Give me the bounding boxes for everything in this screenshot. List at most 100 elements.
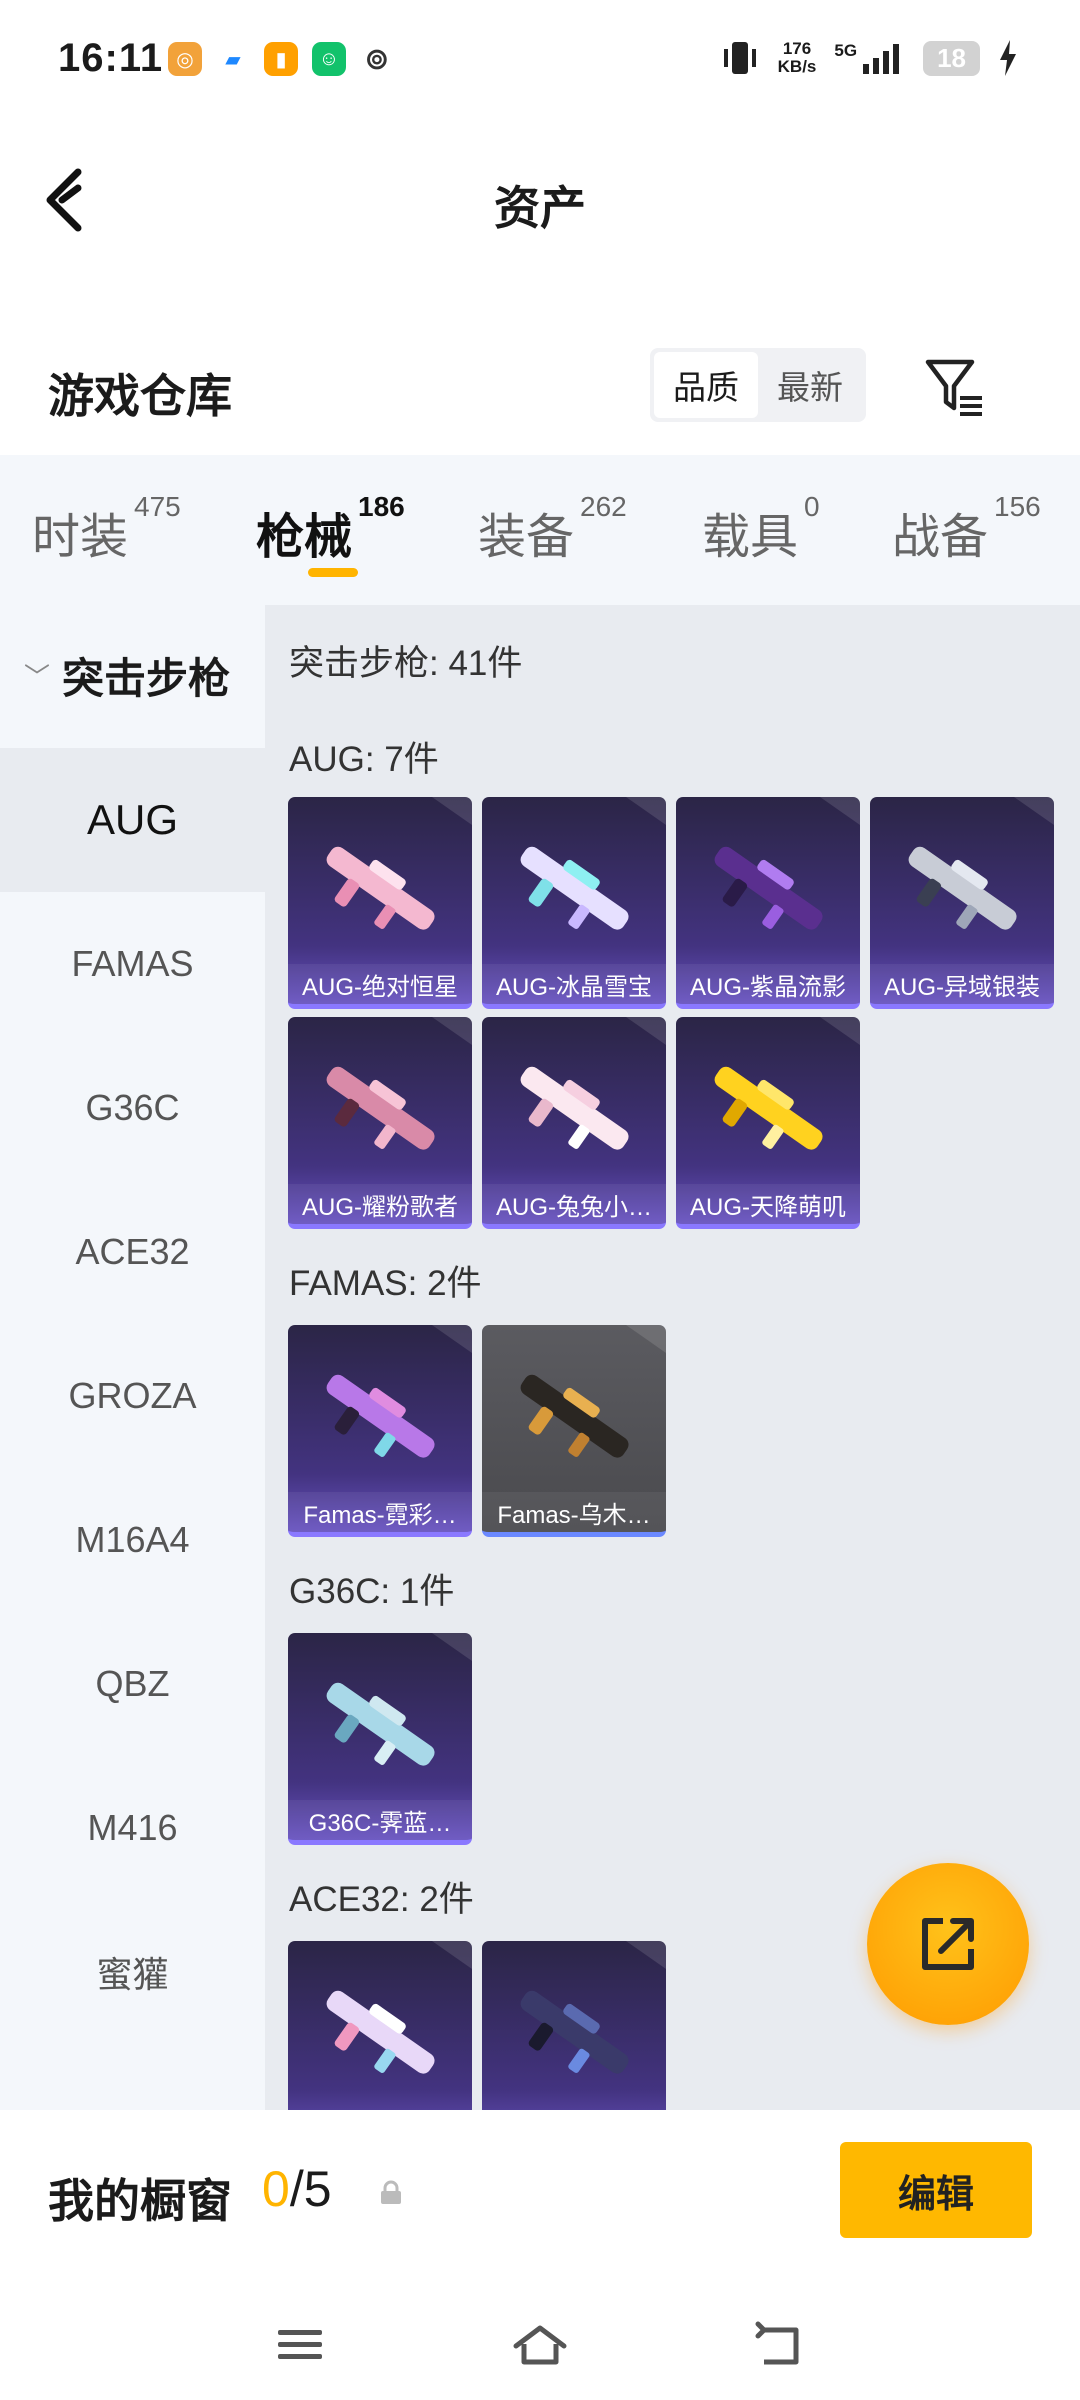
weapon-card[interactable]: AUG-冰晶雪宝 xyxy=(482,797,666,1009)
tab-count: 0 xyxy=(804,491,820,522)
vibrate-icon xyxy=(723,42,756,74)
sidebar-item-qbz[interactable]: QBZ xyxy=(0,1612,265,1756)
group-title-g36c: G36C: 1件 xyxy=(289,1572,455,1611)
weapon-card-name: AUG-紫晶流影 xyxy=(676,964,860,1004)
weapon-card[interactable]: AUG-耀粉歌者 xyxy=(288,1017,472,1229)
weapon-card-name: Famas-乌木… xyxy=(482,1492,666,1532)
showcase-count-total: /5 xyxy=(289,2161,332,2217)
weapon-card-name: AUG-异域银装 xyxy=(870,964,1054,1004)
weapon-card[interactable] xyxy=(288,1941,472,2110)
tab-label: 载具 xyxy=(702,511,799,564)
tab-fashion[interactable]: 时装475 xyxy=(32,491,181,567)
lock-icon xyxy=(381,2180,401,2204)
tab-label: 时装 xyxy=(32,511,129,564)
edit-showcase-button[interactable]: 编辑 xyxy=(840,2142,1032,2238)
sort-quality-option[interactable]: 品质 xyxy=(654,352,758,418)
battery-indicator: 18 xyxy=(923,40,980,76)
showcase-label: 我的橱窗 xyxy=(48,2175,232,2227)
signal-type: 5G xyxy=(834,41,858,60)
back-icon[interactable] xyxy=(750,2320,810,2370)
menu-icon[interactable] xyxy=(270,2320,330,2370)
charging-icon xyxy=(1000,40,1016,76)
weapon-card-name: AUG-耀粉歌者 xyxy=(288,1184,472,1224)
weapon-card[interactable]: AUG-天降萌叽 xyxy=(676,1017,860,1229)
tab-count: 475 xyxy=(134,491,181,522)
weapon-skin-image xyxy=(520,1066,629,1150)
app-notification-icon: ◎ xyxy=(168,42,202,76)
weapon-card-name: AUG-绝对恒星 xyxy=(288,964,472,1004)
tab-count: 186 xyxy=(358,491,405,522)
weapon-skin-image xyxy=(520,1990,629,2074)
weapon-card[interactable]: Famas-霓彩… xyxy=(288,1325,472,1537)
showcase-count-value: 0 xyxy=(262,2161,290,2217)
app-notification-icon: ▮ xyxy=(264,42,298,76)
sidebar-item-m416[interactable]: M416 xyxy=(0,1756,265,1900)
net-speed: 176 KB/s xyxy=(778,40,817,76)
warehouse-title: 游戏仓库 xyxy=(48,370,232,422)
weapon-card[interactable]: AUG-紫晶流影 xyxy=(676,797,860,1009)
weapon-card[interactable]: AUG-兔兔小… xyxy=(482,1017,666,1229)
app-notification-icon: ⊚ xyxy=(364,42,390,76)
showcase-count: 0/5 xyxy=(262,2160,332,2218)
status-time: 16:11 xyxy=(58,36,164,80)
weapon-card-name: Famas-霓彩… xyxy=(288,1492,472,1532)
status-right: 176 KB/s 5G 18 xyxy=(720,40,1018,76)
group-title-ace32: ACE32: 2件 xyxy=(289,1880,474,1919)
weapon-card-name: AUG-兔兔小… xyxy=(482,1184,666,1224)
sidebar-category[interactable]: ﹀ 突击步枪 xyxy=(0,605,265,745)
sidebar-item-g36c[interactable]: G36C xyxy=(0,1036,265,1180)
tab-count: 262 xyxy=(580,491,627,522)
group-title-aug: AUG: 7件 xyxy=(289,740,439,779)
share-button[interactable] xyxy=(867,1863,1029,2025)
signal-icon: 5G xyxy=(834,42,905,74)
system-nav-bar xyxy=(0,2280,1080,2400)
app-notification-icon: ▰ xyxy=(225,48,241,71)
notification-icons: ◎ ▰ ▮ ☺ ⊚ xyxy=(168,42,394,76)
tab-equipment[interactable]: 装备262 xyxy=(478,491,627,567)
weapon-skin-image xyxy=(326,1066,435,1150)
weapon-card[interactable]: Famas-乌木… xyxy=(482,1325,666,1537)
tab-supplies[interactable]: 战备156 xyxy=(892,491,1041,567)
weapon-skin-image xyxy=(908,846,1017,930)
weapon-sidebar: ﹀ 突击步枪 AUG FAMAS G36C ACE32 GROZA M16A4 … xyxy=(0,605,265,2110)
sort-toggle: 品质 最新 xyxy=(650,348,866,422)
weapon-skin-image xyxy=(326,1374,435,1458)
filter-icon xyxy=(925,359,982,416)
tab-count: 156 xyxy=(994,491,1041,522)
sidebar-item-m16a4[interactable]: M16A4 xyxy=(0,1468,265,1612)
weapon-skin-image xyxy=(520,1374,629,1458)
net-speed-value: 176 xyxy=(782,39,812,58)
weapon-skin-image xyxy=(326,846,435,930)
filter-button[interactable] xyxy=(920,352,990,422)
home-icon[interactable] xyxy=(510,2320,570,2370)
sidebar-item-honey-badger[interactable]: 蜜獾 xyxy=(0,1900,265,2044)
active-tab-indicator xyxy=(308,568,358,577)
sidebar-category-label: 突击步枪 xyxy=(62,654,231,702)
weapon-card[interactable] xyxy=(482,1941,666,2110)
weapon-card-name: AUG-冰晶雪宝 xyxy=(482,964,666,1004)
weapon-card[interactable]: AUG-异域银装 xyxy=(870,797,1054,1009)
sidebar-item-ace32[interactable]: ACE32 xyxy=(0,1180,265,1324)
weapon-skin-image xyxy=(714,846,823,930)
tab-label: 战备 xyxy=(892,511,989,564)
sort-latest-option[interactable]: 最新 xyxy=(758,352,862,418)
category-total: 突击步枪: 41件 xyxy=(289,644,523,683)
sidebar-item-groza[interactable]: GROZA xyxy=(0,1324,265,1468)
sidebar-item-aug[interactable]: AUG xyxy=(0,748,265,892)
app-header: 资产 xyxy=(0,130,1080,280)
weapon-skin-image xyxy=(326,1682,435,1766)
category-tabs: 时装475 枪械186 装备262 载具0 战备156 xyxy=(0,455,1080,605)
weapon-card[interactable]: AUG-绝对恒星 xyxy=(288,797,472,1009)
group-title-famas: FAMAS: 2件 xyxy=(289,1264,482,1303)
status-bar: 16:11 ◎ ▰ ▮ ☺ ⊚ 176 KB/s 5G 18 xyxy=(0,0,1080,130)
signal-bars-icon xyxy=(863,44,900,74)
app-notification-icon: ☺ xyxy=(312,42,346,76)
tab-firearms[interactable]: 枪械186 xyxy=(256,491,405,567)
sidebar-item-famas[interactable]: FAMAS xyxy=(0,892,265,1036)
weapon-card[interactable]: G36C-霁蓝… xyxy=(288,1633,472,1845)
weapon-card-name: G36C-霁蓝… xyxy=(288,1800,472,1840)
net-speed-unit: KB/s xyxy=(777,57,817,76)
weapon-skin-image xyxy=(520,846,629,930)
weapon-card-name: AUG-天降萌叽 xyxy=(676,1184,860,1224)
tab-vehicles[interactable]: 载具0 xyxy=(702,491,820,567)
